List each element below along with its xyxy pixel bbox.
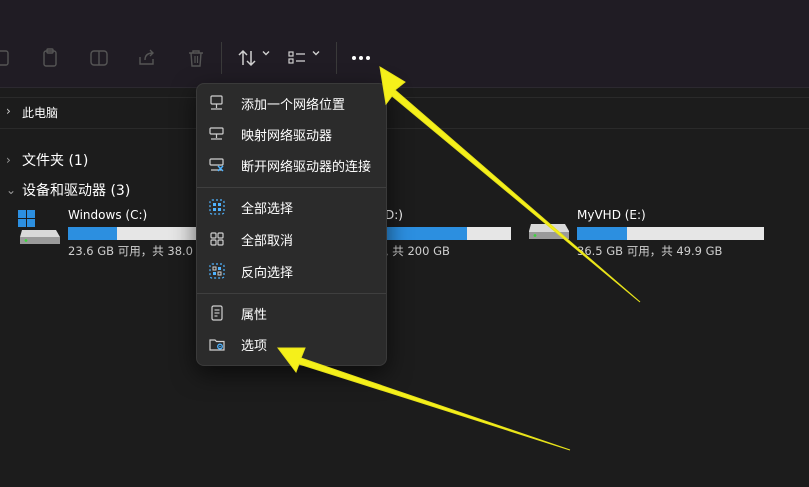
chevron-right-icon[interactable]: › — [6, 104, 11, 118]
chevron-down-icon: ⌄ — [6, 183, 17, 197]
menu-item-label: 反向选择 — [241, 265, 294, 281]
menu-item-label: 断开网络驱动器的连接 — [241, 159, 372, 175]
menu-item-invert-selection[interactable]: 反向选择 — [203, 256, 380, 286]
drive-name: MyVHD (E:) — [577, 208, 646, 222]
properties-icon — [203, 305, 235, 321]
disconnect-drive-icon — [203, 157, 235, 173]
menu-item-add-network-location[interactable]: 添加一个网络位置 — [203, 88, 380, 118]
menu-item-label: 全部选择 — [241, 201, 294, 217]
drive-name: Windows (C:) — [68, 208, 148, 222]
menu-separator — [197, 187, 386, 188]
menu-item-label: 添加一个网络位置 — [241, 97, 346, 113]
drive-usage-fill — [385, 227, 467, 240]
chevron-right-icon: › — [6, 153, 11, 167]
command-bar — [0, 0, 809, 88]
menu-item-properties[interactable]: 属性 — [203, 298, 380, 328]
drive-capacity: , 共 200 GB — [385, 244, 450, 258]
menu-item-disconnect-network-drive[interactable]: 断开网络驱动器的连接 — [203, 150, 380, 180]
more-options-menu: 添加一个网络位置 映射网络驱动器 断开网络驱动器的连接 全部选择 全部取消 反向… — [196, 83, 387, 366]
group-title: 设备和驱动器 (3) — [22, 183, 131, 199]
copy-icon[interactable] — [0, 43, 18, 73]
menu-item-label: 全部取消 — [241, 233, 294, 249]
rename-icon[interactable] — [84, 43, 114, 73]
menu-item-label: 属性 — [241, 307, 268, 323]
drive-capacity: 36.5 GB 可用，共 49.9 GB — [577, 244, 723, 258]
select-none-icon — [203, 231, 235, 247]
breadcrumb[interactable]: 此电脑 — [22, 104, 58, 121]
menu-item-map-network-drive[interactable]: 映射网络驱动器 — [203, 119, 380, 149]
drive-usage-fill — [68, 227, 117, 240]
drive-item-e[interactable]: MyVHD (E:) 36.5 GB 可用，共 49.9 GB — [527, 206, 767, 266]
drive-item-c[interactable]: Windows (C:) 23.6 GB 可用，共 38.0 — [18, 206, 218, 266]
delete-icon[interactable] — [181, 43, 211, 73]
drive-icon — [529, 224, 569, 239]
group-header-drives[interactable]: ⌄ 设备和驱动器 (3) — [6, 180, 130, 200]
address-bar[interactable]: › 此电脑 — [0, 97, 809, 129]
menu-item-select-all[interactable]: 全部选择 — [203, 192, 380, 222]
toolbar-separator — [336, 42, 337, 74]
drive-usage-bar — [577, 227, 764, 240]
toolbar-separator — [221, 42, 222, 74]
group-title: 文件夹 (1) — [22, 153, 89, 169]
menu-separator — [197, 293, 386, 294]
share-icon[interactable] — [132, 43, 162, 73]
drive-capacity: 23.6 GB 可用，共 38.0 — [68, 244, 193, 258]
view-icon[interactable] — [282, 43, 312, 73]
windows-drive-icon — [18, 210, 60, 244]
paste-icon[interactable] — [35, 43, 65, 73]
menu-item-select-none[interactable]: 全部取消 — [203, 224, 380, 254]
drive-name: D:) — [385, 208, 403, 222]
menu-item-label: 选项 — [241, 338, 268, 354]
map-drive-icon — [203, 126, 235, 142]
sort-icon[interactable] — [232, 43, 262, 73]
menu-item-label: 映射网络驱动器 — [241, 128, 333, 144]
group-header-folders[interactable]: › 文件夹 (1) — [6, 150, 88, 170]
drive-usage-fill — [577, 227, 628, 240]
chevron-down-icon[interactable] — [311, 48, 321, 58]
invert-selection-icon — [203, 263, 235, 279]
drive-usage-bar — [68, 227, 196, 240]
options-icon — [203, 336, 235, 352]
select-all-icon — [203, 199, 235, 215]
drive-usage-bar — [385, 227, 511, 240]
menu-item-options[interactable]: 选项 — [203, 329, 380, 359]
network-location-icon — [203, 95, 235, 111]
more-icon[interactable] — [346, 43, 376, 73]
chevron-down-icon[interactable] — [261, 48, 271, 58]
